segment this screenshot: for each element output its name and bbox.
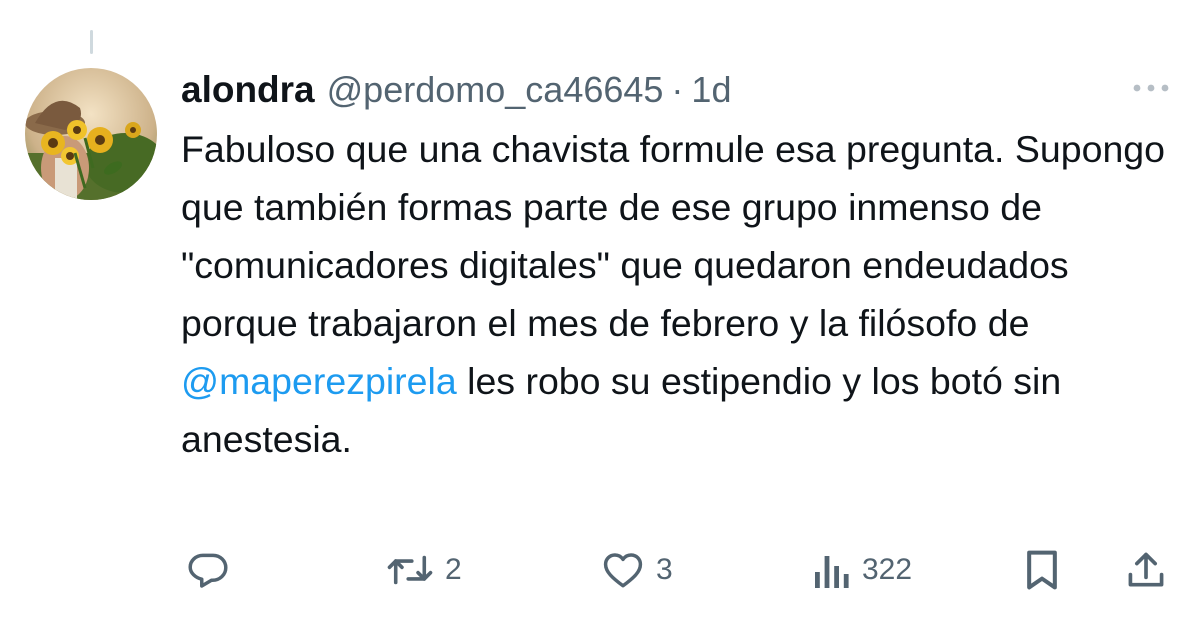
share-button[interactable] <box>1124 540 1168 600</box>
user-handle[interactable]: @perdomo_ca46645 <box>327 69 664 111</box>
more-options-button[interactable] <box>1128 76 1174 100</box>
heart-icon <box>603 553 643 588</box>
thread-connector-line <box>90 30 93 54</box>
retweet-button[interactable]: 2 <box>385 540 462 600</box>
reply-button[interactable] <box>186 540 230 600</box>
more-icon <box>1133 84 1169 92</box>
retweet-count: 2 <box>445 553 462 586</box>
views-count: 322 <box>862 553 913 586</box>
retweet-icon <box>387 555 433 585</box>
display-name[interactable]: alondra <box>181 69 315 111</box>
views-button[interactable]: 322 <box>812 540 912 600</box>
like-button[interactable]: 3 <box>600 540 673 600</box>
avatar-photo <box>25 68 157 200</box>
timestamp[interactable]: 1d <box>691 69 731 111</box>
bookmark-icon <box>1027 550 1057 590</box>
like-count: 3 <box>656 553 673 586</box>
action-bar: 2 3 322 <box>0 540 1200 600</box>
mention-link[interactable]: @maperezpirela <box>181 360 457 402</box>
bookmark-button[interactable] <box>1022 540 1062 600</box>
separator-dot: · <box>671 69 684 110</box>
tweet-header: alondra @perdomo_ca46645 · 1d <box>181 66 731 114</box>
reply-icon <box>188 553 228 588</box>
avatar[interactable] <box>25 68 157 200</box>
tweet-text-part: Fabuloso que una chavista formule esa pr… <box>181 128 1166 344</box>
share-icon <box>1128 552 1164 587</box>
views-icon <box>815 556 849 588</box>
tweet-text: Fabuloso que una chavista formule esa pr… <box>181 120 1171 468</box>
